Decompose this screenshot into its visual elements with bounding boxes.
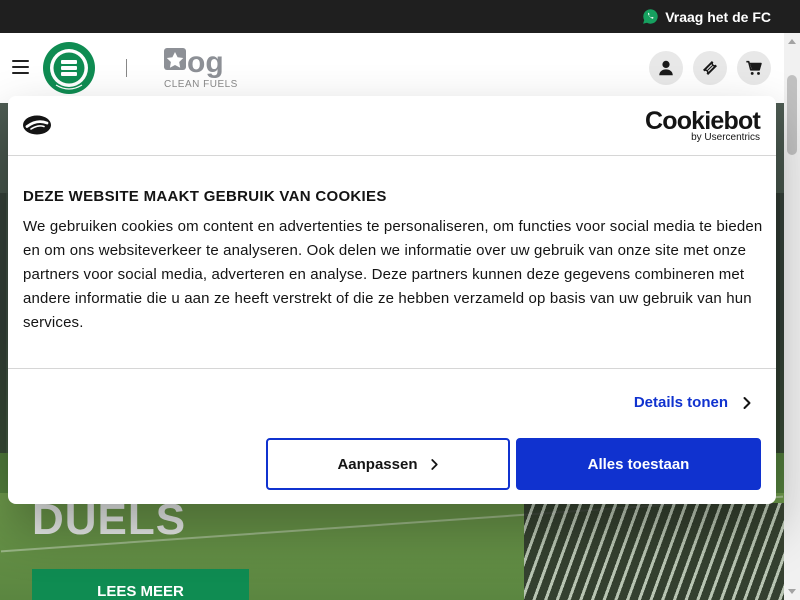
read-more-button[interactable]: LEES MEER [32, 569, 249, 600]
chat-bubble-icon [643, 9, 658, 24]
sponsor-tagline: CLEAN FUELS [164, 79, 238, 90]
site-header: og CLEAN FUELS [0, 33, 784, 103]
customize-button-label: Aanpassen [337, 455, 418, 473]
top-bar: Vraag het de FC [0, 0, 800, 33]
cart-button[interactable] [737, 51, 771, 85]
tickets-button[interactable] [693, 51, 727, 85]
cookiebot-wordmark: Cookiebot [644, 107, 761, 135]
cookie-dialog-text: We gebruiken cookies om content en adver… [23, 218, 763, 331]
cart-icon [746, 60, 762, 75]
cookie-consent-dialog: Cookiebot by Usercentrics DEZE WEBSITE M… [8, 96, 776, 504]
scroll-up-arrow-icon[interactable] [788, 39, 796, 44]
account-button[interactable] [649, 51, 683, 85]
show-details-label: Details tonen [633, 394, 728, 411]
allow-all-button[interactable]: Alles toestaan [516, 438, 761, 490]
ask-the-fc-link[interactable]: Vraag het de FC [642, 8, 771, 25]
ticket-icon [702, 60, 718, 76]
show-details-link[interactable]: Details tonen [634, 394, 752, 411]
customize-button[interactable]: Aanpassen [266, 438, 510, 490]
chevron-right-icon [430, 458, 438, 470]
cookie-dialog-title: DEZE WEBSITE MAAKT GEBRUIK VAN COOKIES [23, 188, 387, 205]
cookiebot-logo[interactable]: Cookiebot by Usercentrics [644, 107, 761, 144]
ask-the-fc-label: Vraag het de FC [665, 8, 771, 25]
hamburger-menu-icon[interactable] [12, 60, 29, 74]
page-scrollbar[interactable] [784, 33, 800, 600]
cookie-dialog-separator [8, 368, 776, 369]
svg-text:og: og [187, 46, 224, 79]
header-divider [126, 59, 127, 77]
scrollbar-thumb[interactable] [787, 75, 797, 155]
scroll-down-arrow-icon[interactable] [788, 589, 796, 594]
cookie-dialog-header: Cookiebot by Usercentrics [8, 96, 776, 156]
user-icon [659, 60, 673, 76]
chevron-right-icon [743, 396, 751, 409]
hero-stadium-fence [524, 503, 784, 600]
cookie-dialog-body: DEZE WEBSITE MAAKT GEBRUIK VAN COOKIES W… [23, 188, 763, 335]
club-logo[interactable] [42, 41, 96, 95]
cookiebot-icon [23, 115, 51, 135]
